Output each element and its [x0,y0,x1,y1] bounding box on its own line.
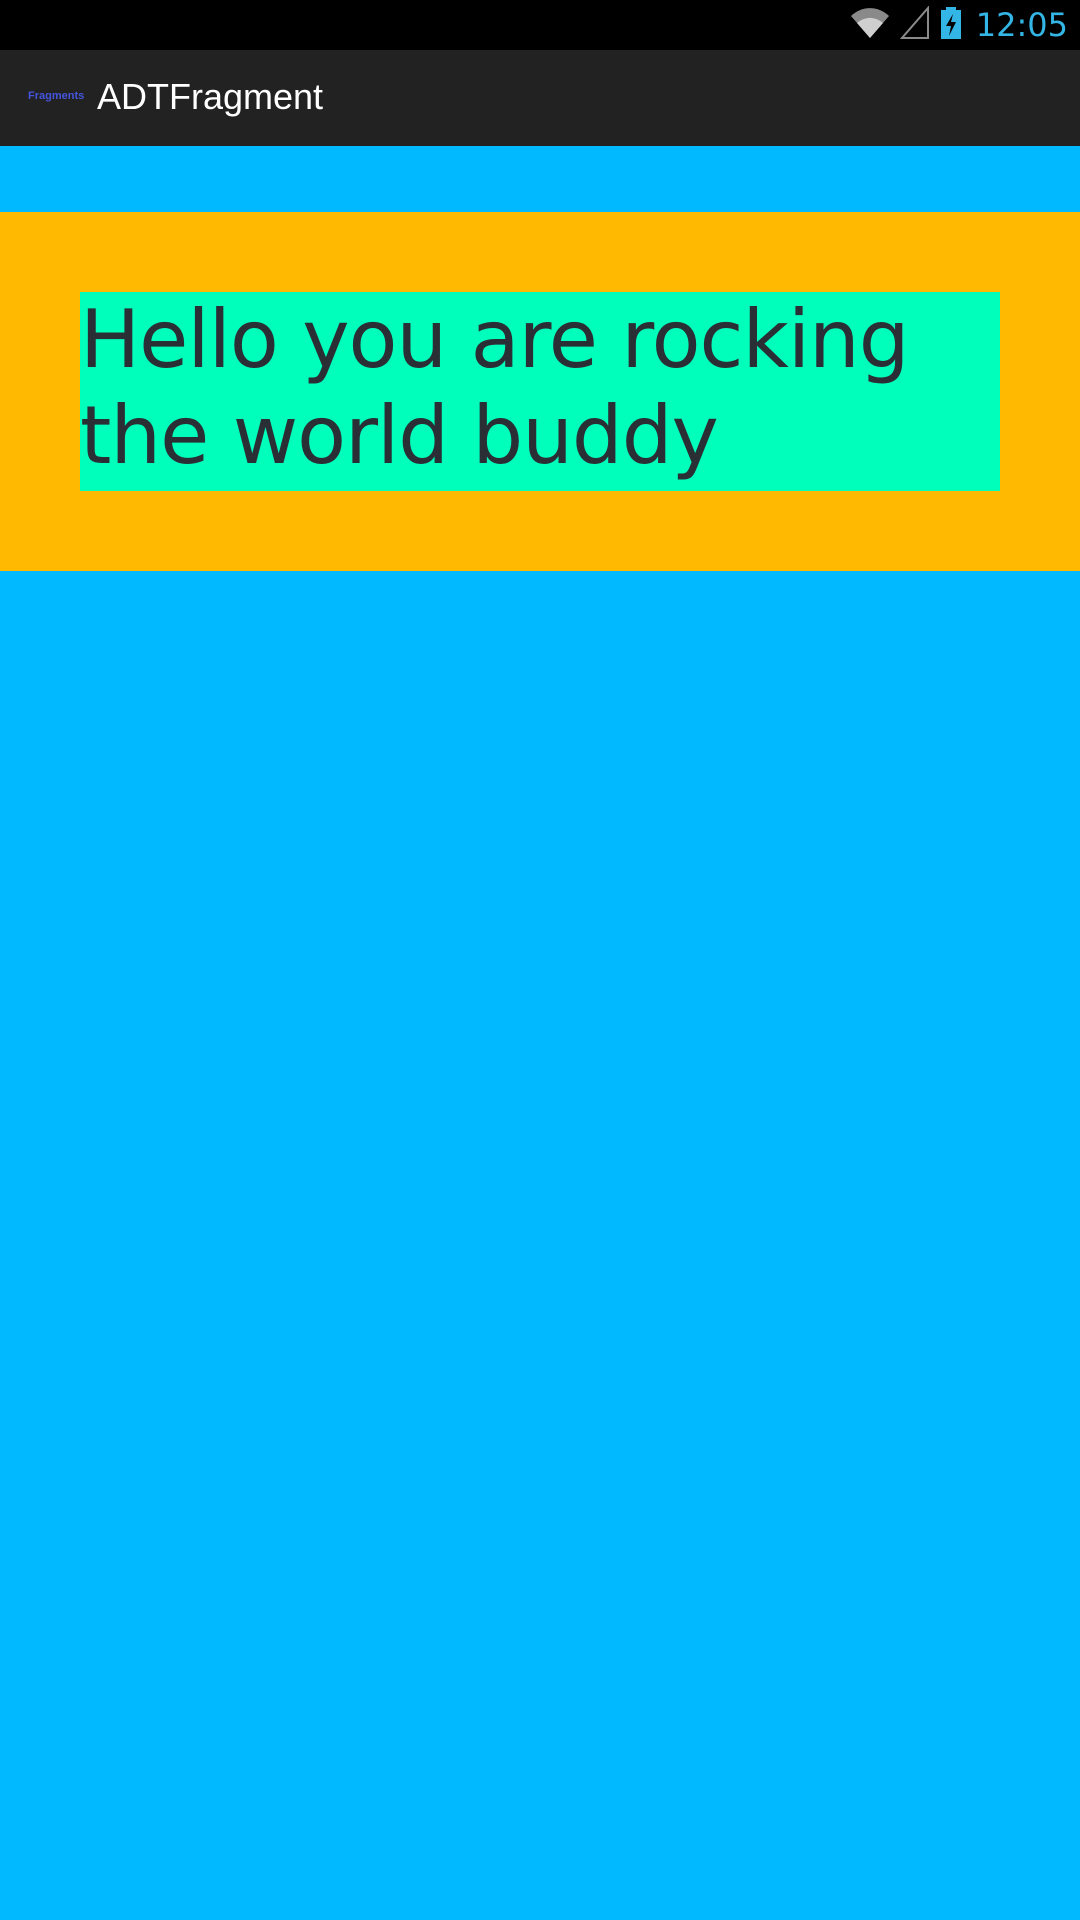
action-bar: Fragments ADTFragment [0,50,1080,148]
message-box: Hello you are rocking the world buddy [80,292,1000,491]
battery-charging-icon [940,6,962,45]
fragment-panel: Hello you are rocking the world buddy [0,212,1080,571]
status-clock: 12:05 [975,6,1068,44]
main-content: Hello you are rocking the world buddy [0,146,1080,1920]
app-title: ADTFragment [97,76,324,117]
status-icons: 12:05 [840,0,1068,50]
message-text: Hello you are rocking the world buddy [80,293,910,482]
app-icon[interactable]: Fragments [28,90,84,102]
wifi-icon [850,6,890,45]
signal-icon [899,4,930,45]
status-bar: 12:05 [0,0,1080,50]
